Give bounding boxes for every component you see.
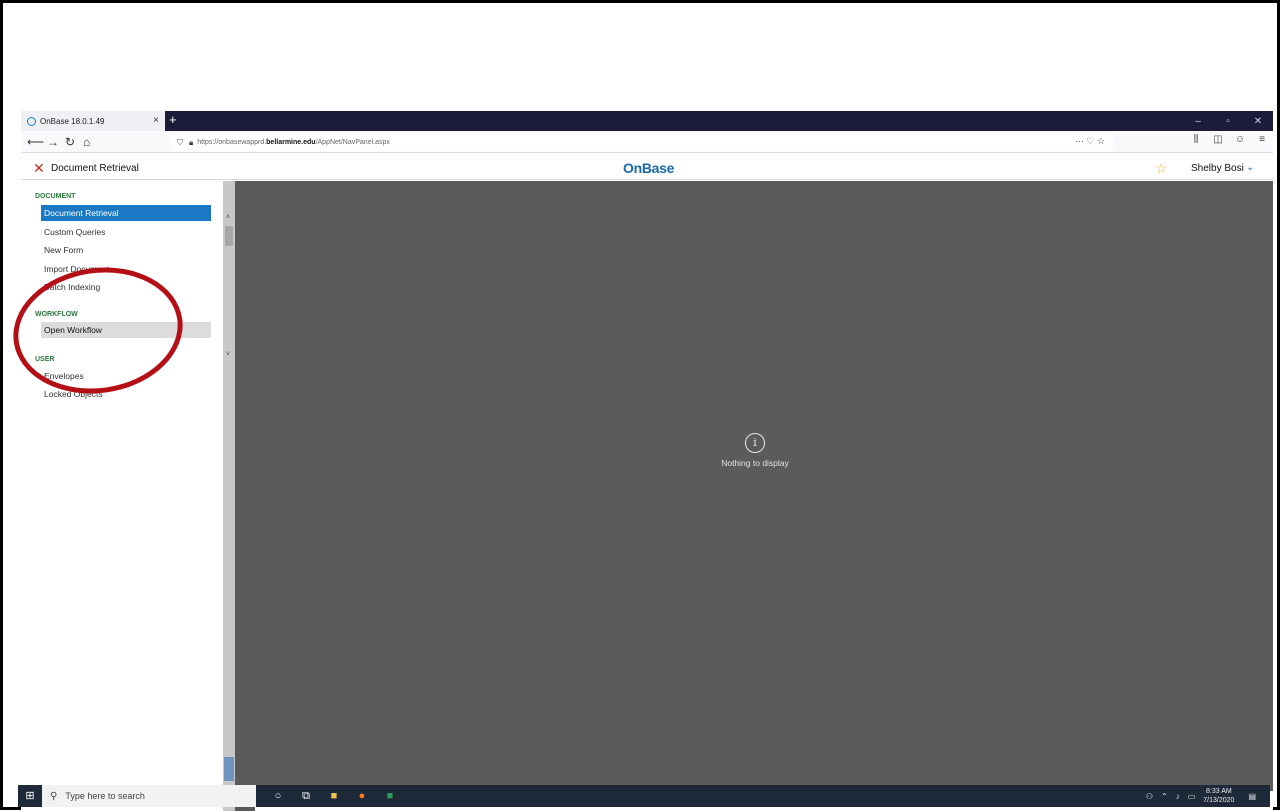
network-icon[interactable]: ▭	[1188, 792, 1196, 801]
sidebar-icon[interactable]: ◫	[1207, 134, 1229, 145]
taskbar-apps: ○ ⧉ ■ ● ■	[264, 785, 404, 807]
scroll-up-icon[interactable]: ˄	[226, 214, 230, 221]
scroll-down-icon[interactable]: ˅	[226, 351, 230, 358]
back-icon[interactable]: ⟵	[27, 133, 44, 151]
search-icon: ⚲	[50, 790, 58, 802]
windows-start-icon[interactable]: ⊞	[22, 788, 38, 804]
system-tray: ⚇ ⌃ ♪ ▭ 8:33 AM 7/13/2020 ▤	[1146, 785, 1264, 807]
forward-icon[interactable]: →	[47, 133, 59, 151]
firefox-icon[interactable]: ●	[348, 790, 376, 802]
clock[interactable]: 8:33 AM 7/13/2020	[1203, 787, 1234, 805]
clock-date: 7/13/2020	[1203, 797, 1235, 804]
task-view-icon[interactable]: ⧉	[292, 790, 320, 803]
people-icon[interactable]: ⚇	[1146, 792, 1153, 801]
new-tab-button[interactable]: +	[169, 112, 177, 127]
notifications-icon[interactable]: ▤	[1248, 792, 1256, 801]
info-icon: i	[745, 433, 765, 453]
restore-icon[interactable]: ▫	[1213, 116, 1243, 127]
account-icon[interactable]: ☺	[1229, 134, 1251, 145]
screenshot-frame: OnBase 18.0.1.49 × + – ▫ ✕ ⟵ → ↻ ⌂ ⛉ 🔒︎ …	[0, 0, 1280, 811]
scroll-thumb[interactable]	[225, 226, 233, 246]
url-domain: bellarmine.edu	[266, 139, 316, 146]
tab-close-icon[interactable]: ×	[153, 115, 159, 126]
close-panel-icon[interactable]: ✕	[33, 160, 45, 177]
browser-tab[interactable]: OnBase 18.0.1.49 ×	[21, 111, 165, 131]
taskbar-search[interactable]: ⚲ Type here to search	[42, 785, 256, 807]
empty-message: Nothing to display	[721, 458, 789, 468]
scrollbar-bottom-handle[interactable]	[224, 757, 234, 781]
excel-icon[interactable]: ■	[376, 790, 404, 802]
volume-icon[interactable]: ♪	[1176, 792, 1180, 801]
reload-icon[interactable]: ↻	[65, 133, 75, 151]
onbase-logo: OnBase	[623, 160, 675, 176]
tab-title: OnBase 18.0.1.49	[40, 116, 105, 126]
tracking-shield-icon[interactable]: ⛉	[177, 138, 183, 148]
browser-toolbar: ⟵ → ↻ ⌂ ⛉ 🔒︎ https://onbasewapprd. bellar…	[21, 131, 1273, 153]
clock-time: 8:33 AM	[1206, 788, 1232, 795]
browser-window: OnBase 18.0.1.49 × + – ▫ ✕ ⟵ → ↻ ⌂ ⛉ 🔒︎ …	[21, 111, 1273, 811]
page-actions-icons[interactable]: ··· ♡ ☆	[1075, 136, 1105, 147]
minimize-icon[interactable]: –	[1183, 116, 1213, 127]
favorite-star-icon[interactable]: ☆	[1155, 160, 1168, 177]
onbase-header: ✕ Document Retrieval OnBase ☆ Shelby Bos…	[21, 159, 1273, 180]
url-path: /AppNet/NavPanel.aspx	[315, 139, 390, 146]
section-document: DOCUMENT	[35, 193, 76, 200]
user-menu[interactable]: Shelby Bosi	[1191, 163, 1244, 174]
menu-icon[interactable]: ≡	[1251, 134, 1273, 145]
cortana-icon[interactable]: ○	[264, 790, 292, 802]
tray-chevron-up-icon[interactable]: ⌃	[1161, 792, 1168, 801]
tab-strip: OnBase 18.0.1.49 × + – ▫ ✕	[21, 111, 1273, 131]
nav-item-custom-queries[interactable]: Custom Queries	[41, 224, 211, 240]
nav-scrollbar[interactable]: ˄ ˅	[223, 181, 235, 811]
document-viewer: i Nothing to display	[239, 181, 1273, 791]
windows-taskbar: ⊞ ⚲ Type here to search ○ ⧉ ■ ● ■ ⚇ ⌃ ♪ …	[18, 785, 1270, 807]
url-prefix: https://onbasewapprd.	[197, 139, 267, 146]
home-icon[interactable]: ⌂	[83, 133, 90, 151]
chevron-down-icon[interactable]: ⌄	[1246, 162, 1254, 173]
onbase-favicon-icon	[27, 116, 36, 126]
search-placeholder: Type here to search	[65, 791, 145, 801]
page-title: Document Retrieval	[51, 163, 139, 174]
library-icon[interactable]: ⫼	[1185, 134, 1207, 145]
file-explorer-icon[interactable]: ■	[320, 790, 348, 802]
nav-item-new-form[interactable]: New Form	[41, 242, 211, 258]
window-controls: – ▫ ✕	[1183, 111, 1273, 131]
close-window-icon[interactable]: ✕	[1243, 116, 1273, 127]
nav-item-document-retrieval[interactable]: Document Retrieval	[41, 205, 211, 221]
url-bar[interactable]: ⛉ 🔒︎ https://onbasewapprd. bellarmine.edu…	[171, 134, 1113, 151]
toolbar-right-buttons: ⫼ ◫ ☺ ≡	[1185, 134, 1273, 145]
lock-icon[interactable]: 🔒︎	[189, 138, 193, 148]
